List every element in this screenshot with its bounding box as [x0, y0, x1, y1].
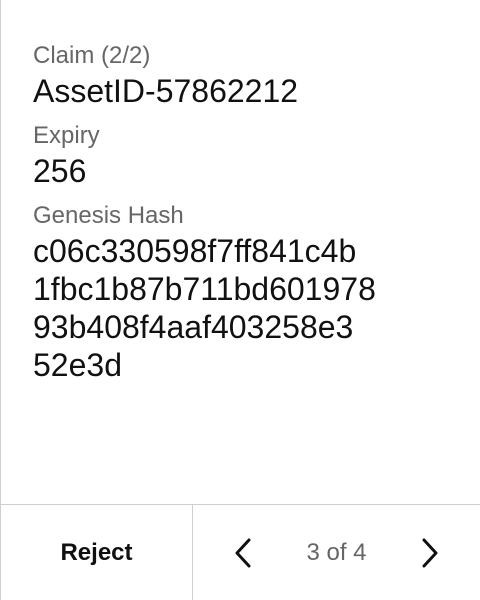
pager: 3 of 4 [193, 505, 480, 600]
expiry-label: Expiry [33, 122, 100, 149]
genesis-hash-value: c06c330598f7ff841c4b 1fbc1b87b711bd60197… [33, 232, 456, 384]
footer-bar: Reject 3 of 4 [1, 504, 480, 600]
review-screen: Claim (2/2) AssetID-57862212 Expiry 256 … [0, 0, 480, 600]
genesis-hash-line-3: 93b408f4aaf403258e3 [33, 309, 354, 345]
genesis-hash-line-1: c06c330598f7ff841c4b [33, 233, 357, 269]
reject-button[interactable]: Reject [1, 505, 193, 600]
expiry-value: 256 [33, 153, 87, 189]
genesis-hash-line-4: 52e3d [33, 347, 122, 383]
genesis-hash-line-2: 1fbc1b87b711bd601978 [33, 271, 376, 307]
claim-details: Claim (2/2) AssetID-57862212 Expiry 256 … [33, 40, 456, 384]
claim-label: Claim (2/2) [33, 42, 151, 69]
claim-value: AssetID-57862212 [33, 73, 299, 109]
next-page-button[interactable] [406, 529, 454, 577]
chevron-right-icon [422, 538, 438, 568]
genesis-hash-label: Genesis Hash [33, 202, 184, 229]
